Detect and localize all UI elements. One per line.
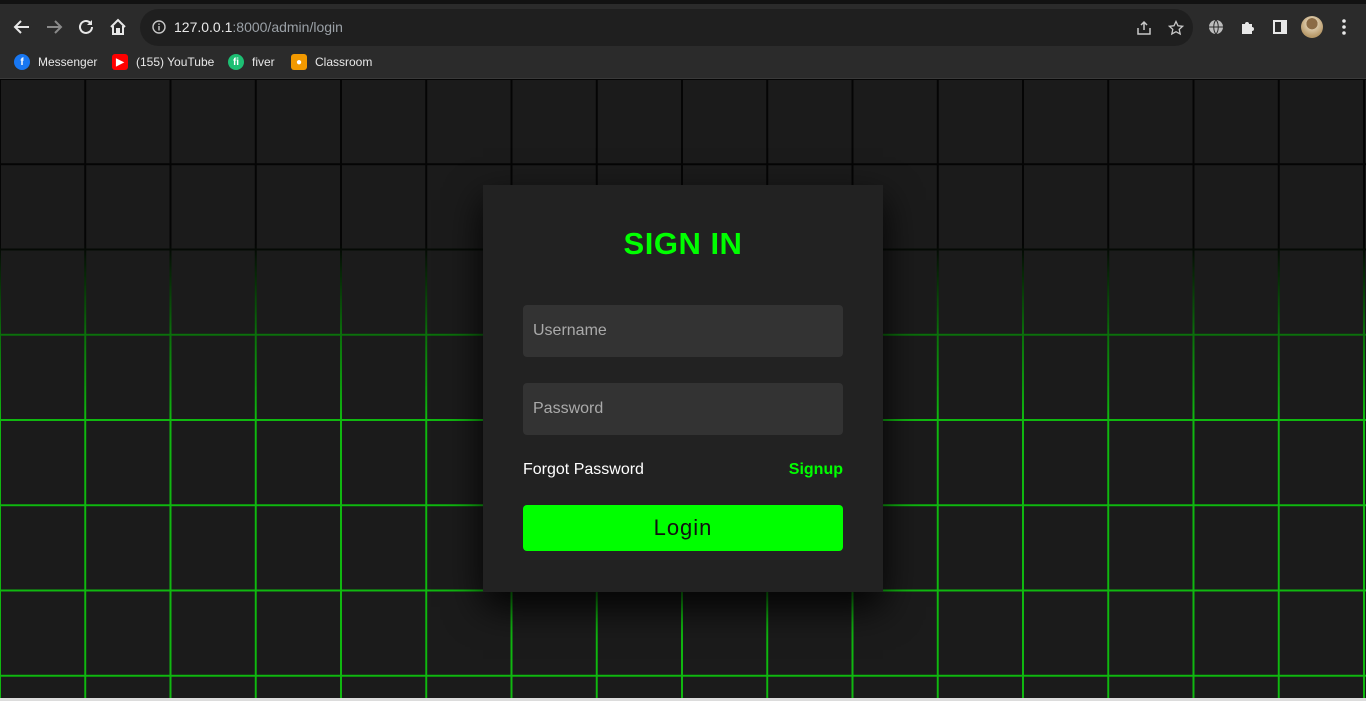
password-input[interactable] xyxy=(523,383,843,435)
signin-card: SIGN IN Forgot Password Signup Login xyxy=(483,185,883,592)
login-button[interactable]: Login xyxy=(523,505,843,551)
facebook-icon: f xyxy=(14,54,30,70)
bookmark-label: Classroom xyxy=(315,55,373,69)
bookmark-label: Messenger xyxy=(38,55,98,69)
signin-title: SIGN IN xyxy=(623,226,743,261)
bookmarks-bar: f Messenger ▶ (155) YouTube fi fiver ● C… xyxy=(0,46,1366,79)
bookmark-fiver[interactable]: fi fiver xyxy=(228,52,275,72)
bookmark-star-icon[interactable] xyxy=(1166,18,1186,38)
page-background: SIGN IN Forgot Password Signup Login xyxy=(0,79,1366,701)
forgot-password-link[interactable]: Forgot Password xyxy=(523,461,644,479)
auth-links: Forgot Password Signup xyxy=(523,461,843,483)
bookmark-youtube[interactable]: ▶ (155) YouTube xyxy=(112,52,214,72)
share-icon[interactable] xyxy=(1134,18,1154,38)
url-text: 127.0.0.1:8000/admin/login xyxy=(174,19,343,35)
extensions-puzzle-icon[interactable] xyxy=(1234,13,1262,41)
classroom-icon: ● xyxy=(291,54,307,70)
youtube-icon: ▶ xyxy=(112,54,128,70)
username-field[interactable] xyxy=(523,305,843,357)
back-arrow-icon[interactable] xyxy=(8,13,36,41)
forward-arrow-icon[interactable] xyxy=(40,13,68,41)
site-info-icon[interactable] xyxy=(150,18,168,36)
url-path: :8000/admin/login xyxy=(232,19,343,35)
browser-toolbar: 127.0.0.1:8000/admin/login xyxy=(0,0,1366,50)
password-field[interactable] xyxy=(523,383,843,435)
address-bar[interactable]: 127.0.0.1:8000/admin/login xyxy=(140,9,1193,46)
more-menu-icon[interactable] xyxy=(1330,13,1358,41)
reload-icon[interactable] xyxy=(72,13,100,41)
bookmark-classroom[interactable]: ● Classroom xyxy=(291,52,372,72)
signup-link[interactable]: Signup xyxy=(789,461,843,479)
bookmark-messenger[interactable]: f Messenger xyxy=(14,52,97,72)
globe-extension-icon[interactable] xyxy=(1202,13,1230,41)
bookmark-label: fiver xyxy=(252,55,275,69)
bookmark-label: (155) YouTube xyxy=(136,55,215,69)
home-icon[interactable] xyxy=(104,13,132,41)
url-host: 127.0.0.1 xyxy=(174,19,233,35)
username-input[interactable] xyxy=(523,305,843,357)
side-panel-icon[interactable] xyxy=(1266,13,1294,41)
fiverr-icon: fi xyxy=(228,54,244,70)
profile-avatar[interactable] xyxy=(1298,13,1326,41)
